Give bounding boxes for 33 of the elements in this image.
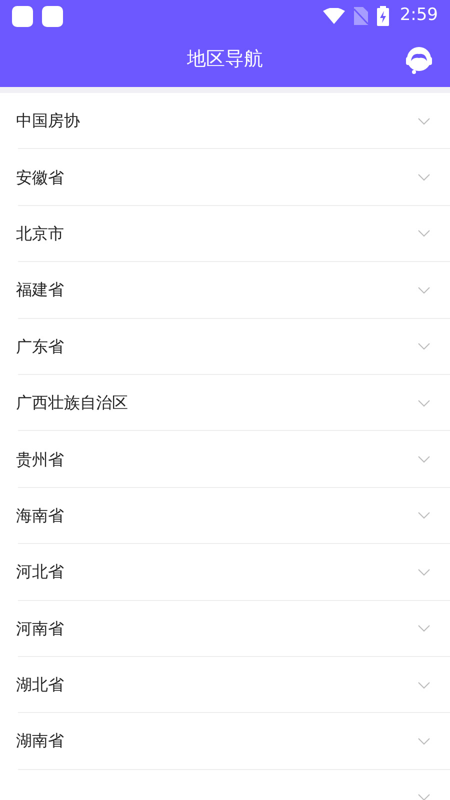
region-name: 北京市 xyxy=(16,224,64,243)
region-name: 海南省 xyxy=(16,506,64,525)
region-name: 广西壮族自治区 xyxy=(16,393,128,412)
chevron-icon xyxy=(418,456,430,464)
chevron-icon xyxy=(418,118,430,125)
chevron-icon xyxy=(418,343,430,350)
no-sim-icon xyxy=(354,7,368,25)
chevron-icon xyxy=(418,174,430,182)
app-icon xyxy=(12,6,33,26)
region-name: 贵州省 xyxy=(16,450,64,469)
chevron-icon xyxy=(418,400,430,407)
status-time: 2:59 xyxy=(400,4,438,28)
chevron-icon xyxy=(418,512,430,520)
battery-icon xyxy=(376,6,389,26)
chevron-icon xyxy=(418,286,430,294)
chevron-icon xyxy=(418,625,430,632)
region-name: 福建省 xyxy=(16,280,64,300)
region-name: 湖北省 xyxy=(16,675,64,694)
chevron-icon xyxy=(418,794,430,800)
chevron-icon xyxy=(418,738,430,745)
region-name: 广东省 xyxy=(16,336,64,356)
region-name: 中国房协 xyxy=(16,111,80,130)
chevron-icon xyxy=(418,230,430,238)
wifi-icon xyxy=(322,8,345,24)
region-name: 河北省 xyxy=(16,562,64,582)
chevron-icon xyxy=(418,568,430,576)
region-name: 湖南省 xyxy=(16,731,64,750)
header-title: 地区导航 xyxy=(187,47,263,72)
chevron-icon xyxy=(418,682,430,689)
region-name: 安徽省 xyxy=(16,168,64,187)
headset-icon[interactable] xyxy=(404,45,434,75)
region-name: 河南省 xyxy=(16,618,64,638)
app-icon xyxy=(42,6,63,26)
